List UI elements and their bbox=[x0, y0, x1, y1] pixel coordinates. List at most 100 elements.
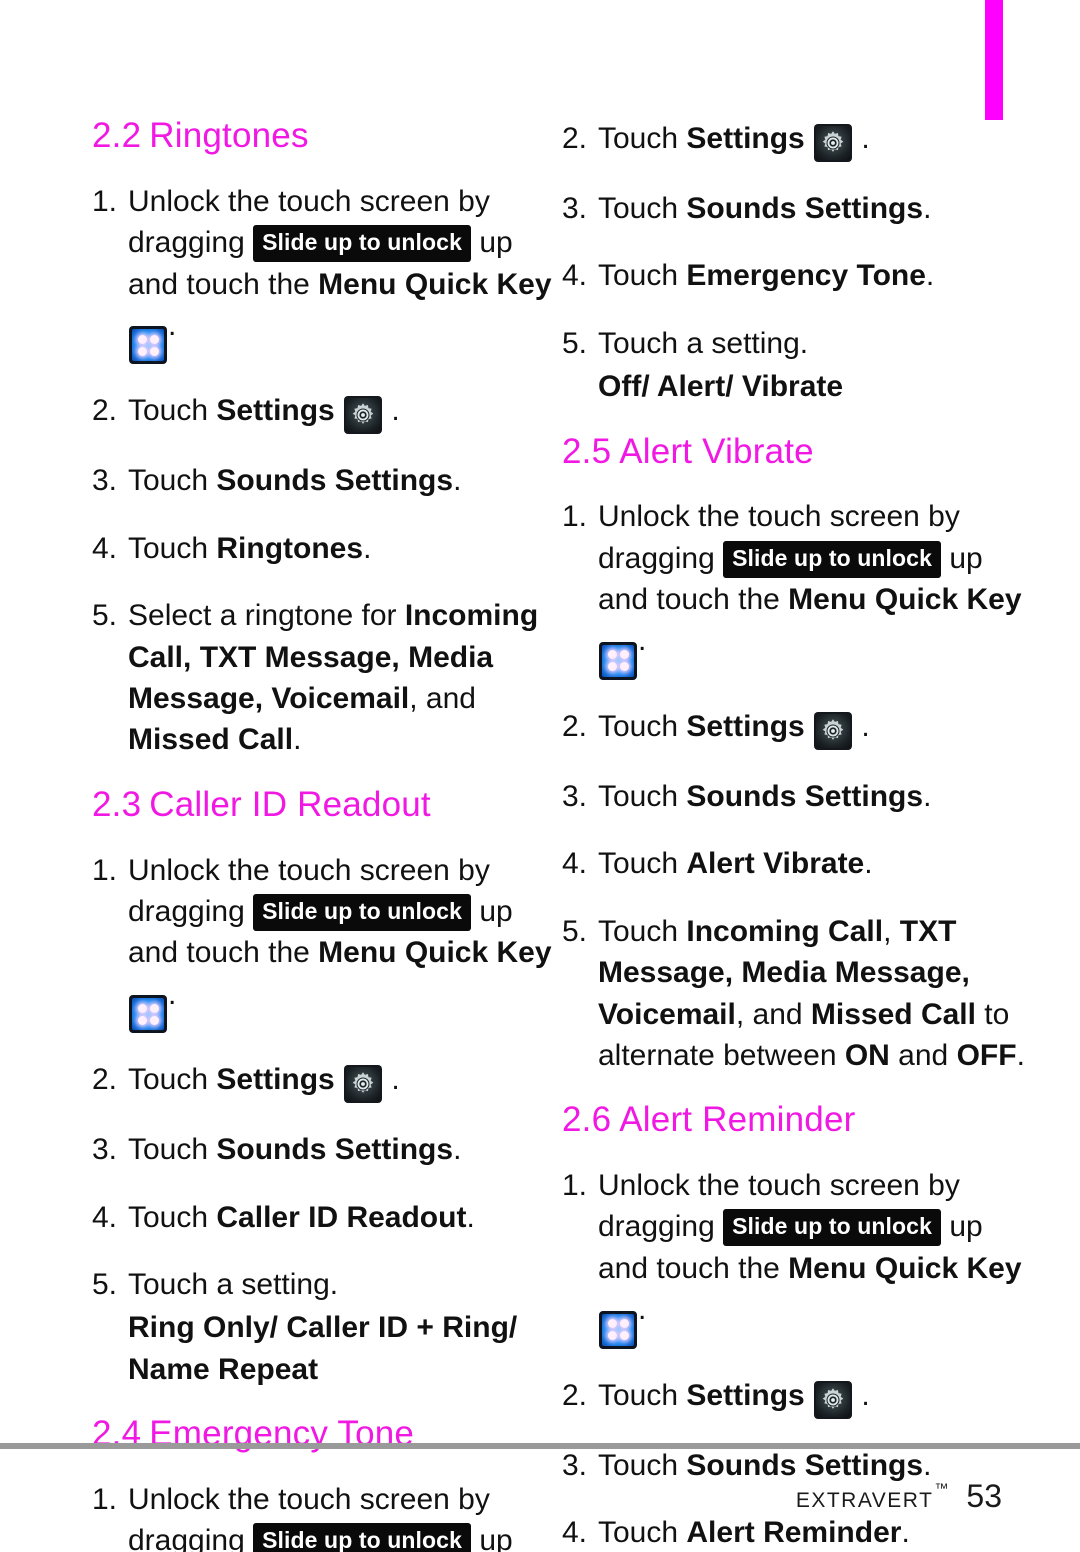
menu-quick-key-icon bbox=[129, 995, 167, 1034]
instruction-step: 3. Touch Sounds Settings. bbox=[92, 1129, 562, 1170]
instruction-step: 2. Touch Settings . bbox=[92, 1059, 562, 1104]
left-column: 2.2 Ringtones 1. Unlock the touch screen by… bbox=[92, 116, 562, 1552]
step-number: 5. bbox=[92, 599, 118, 633]
instruction-step: 5. Touch a setting. Off/ Alert/ Vibrate bbox=[562, 323, 1032, 408]
settings-label: Settings bbox=[686, 1378, 805, 1412]
step-number: 4. bbox=[562, 847, 588, 881]
instruction-step: 3. Touch Sounds Settings. bbox=[562, 188, 1032, 229]
menu-target-label: Alert Reminder bbox=[686, 1516, 902, 1550]
step-number: 3. bbox=[92, 1133, 118, 1167]
instruction-step: 4. Touch Emergency Tone. bbox=[562, 255, 1032, 296]
menu-target-label: Missed Call bbox=[128, 723, 294, 757]
step-text: Touch Sounds Settings. bbox=[598, 192, 932, 225]
menu-target-label: Sounds Settings bbox=[216, 1133, 454, 1167]
step-text: Unlock the touch screen by dragging Slid… bbox=[128, 181, 562, 365]
step-text: Select a ringtone for Incoming Call, TXT… bbox=[128, 599, 539, 757]
footer-divider bbox=[0, 1443, 1080, 1449]
menu-quick-key-icon bbox=[599, 641, 637, 680]
instruction-step: 1. Unlock the touch screen by dragging Sl… bbox=[562, 496, 1032, 680]
step-number: 2. bbox=[92, 1063, 118, 1097]
menu-quick-key-icon bbox=[129, 326, 167, 365]
instruction-step: 4. Touch Alert Vibrate. bbox=[562, 843, 1032, 884]
step-number: 4. bbox=[562, 259, 588, 293]
instruction-step: 3. Touch Sounds Settings. bbox=[92, 460, 562, 501]
step-text: Touch Settings . bbox=[598, 1375, 1032, 1419]
menu-target-label: Missed Call bbox=[810, 997, 976, 1031]
step-number: 1. bbox=[562, 500, 588, 534]
step-text: Unlock the touch screen by dragging Slid… bbox=[598, 496, 1032, 680]
section-heading: 2.2 Ringtones bbox=[92, 116, 562, 155]
step-text: Touch Settings . bbox=[598, 706, 1032, 750]
page-columns: 2.2 Ringtones 1. Unlock the touch screen by… bbox=[0, 116, 1080, 1552]
step-number: 2. bbox=[562, 1378, 588, 1412]
instruction-step: 2. Touch Settings . bbox=[562, 1375, 1032, 1419]
slide-up-to-unlock-badge[interactable]: Slide up to unlock bbox=[253, 1523, 471, 1552]
manual-page: 2.2 Ringtones 1. Unlock the touch screen by… bbox=[0, 0, 1080, 1552]
section-title: Caller ID Readout bbox=[149, 784, 431, 824]
settings-label: Settings bbox=[216, 1063, 335, 1097]
menu-target-label: Incoming Call bbox=[686, 914, 884, 948]
slide-up-to-unlock-badge[interactable]: Slide up to unlock bbox=[723, 1209, 941, 1247]
settings-gear-icon bbox=[814, 124, 853, 162]
setting-options-list: Off/ Alert/ Vibrate bbox=[598, 370, 844, 404]
section-title: Alert Reminder bbox=[619, 1100, 856, 1140]
step-number: 5. bbox=[92, 1267, 118, 1301]
step-number: 4. bbox=[562, 1516, 588, 1550]
page-number: 53 bbox=[966, 1478, 1002, 1514]
section-number: 2.3 bbox=[92, 784, 142, 824]
instruction-step: 1. Unlock the touch screen by dragging Sl… bbox=[92, 850, 562, 1034]
trademark-symbol: ™ bbox=[934, 1480, 949, 1496]
slide-up-to-unlock-badge[interactable]: Slide up to unlock bbox=[723, 540, 941, 578]
instruction-step: 1. Unlock the touch screen by dragging Sl… bbox=[92, 181, 562, 365]
step-text: Touch Sounds Settings. bbox=[598, 779, 932, 813]
step-number: 2. bbox=[562, 709, 588, 743]
menu-quick-key-label: Menu Quick Key bbox=[318, 936, 552, 970]
step-number: 2. bbox=[92, 394, 118, 428]
section-title: Alert Vibrate bbox=[619, 431, 814, 471]
settings-gear-icon bbox=[344, 396, 383, 435]
slide-up-to-unlock-badge[interactable]: Slide up to unlock bbox=[253, 225, 471, 263]
step-number: 5. bbox=[562, 914, 588, 948]
instruction-step: 5. Touch Incoming Call, TXT Message, Medi… bbox=[562, 911, 1032, 1077]
step-text: Touch Sounds Settings. bbox=[128, 1133, 462, 1167]
step-number: 1. bbox=[92, 184, 118, 218]
menu-target-label: Sounds Settings bbox=[686, 192, 924, 225]
step-text: Touch Settings . bbox=[128, 390, 562, 435]
page-footer: Extravert™ 53 bbox=[0, 1478, 1080, 1515]
menu-target-label: Alert Vibrate bbox=[686, 847, 865, 881]
step-text: Unlock the touch screen by dragging Slid… bbox=[128, 850, 562, 1034]
instruction-step: 4. Touch Ringtones. bbox=[92, 528, 562, 569]
step-text: Touch Ringtones. bbox=[128, 531, 372, 565]
section-number: 2.2 bbox=[92, 116, 142, 155]
menu-target-label: Incoming Call, TXT Message, Media Messag… bbox=[128, 599, 539, 715]
section-title: Ringtones bbox=[149, 116, 309, 155]
menu-target-label: Sounds Settings bbox=[686, 1448, 924, 1482]
instruction-step: 5. Touch a setting. Ring Only/ Caller ID +… bbox=[92, 1264, 562, 1390]
menu-target-label: ON bbox=[844, 1038, 890, 1072]
step-text: Touch Alert Reminder. bbox=[598, 1516, 910, 1550]
instruction-step: 5. Select a ringtone for Incoming Call, T… bbox=[92, 595, 562, 761]
menu-target-label: OFF bbox=[956, 1038, 1017, 1072]
step-number: 3. bbox=[562, 192, 588, 225]
settings-gear-icon bbox=[814, 711, 853, 750]
menu-quick-key-label: Menu Quick Key bbox=[788, 1251, 1022, 1285]
step-number: 4. bbox=[92, 531, 118, 565]
section-heading: 2.5 Alert Vibrate bbox=[562, 431, 1032, 471]
right-column: 2. Touch Settings . 3. Touch Sounds Setting… bbox=[562, 118, 1032, 1552]
step-text: Touch Emergency Tone. bbox=[598, 259, 935, 293]
settings-gear-icon bbox=[344, 1065, 383, 1104]
step-text: Touch a setting. Ring Only/ Caller ID + R… bbox=[128, 1264, 562, 1390]
menu-target-label: Sounds Settings bbox=[686, 779, 924, 813]
slide-up-to-unlock-badge[interactable]: Slide up to unlock bbox=[253, 893, 471, 931]
brand-name: Extravert bbox=[795, 1481, 934, 1514]
menu-target-label: Caller ID Readout bbox=[216, 1200, 467, 1234]
instruction-step: 2. Touch Settings . bbox=[92, 390, 562, 435]
step-text: Touch Sounds Settings. bbox=[128, 464, 462, 498]
step-number: 2. bbox=[562, 122, 588, 155]
menu-quick-key-icon bbox=[599, 1310, 637, 1349]
instruction-step: 4. Touch Alert Reminder. bbox=[562, 1512, 1032, 1552]
menu-target-label: Sounds Settings bbox=[216, 464, 454, 498]
settings-gear-icon bbox=[814, 1380, 853, 1419]
step-number: 3. bbox=[562, 779, 588, 813]
section-number: 2.5 bbox=[562, 431, 612, 471]
